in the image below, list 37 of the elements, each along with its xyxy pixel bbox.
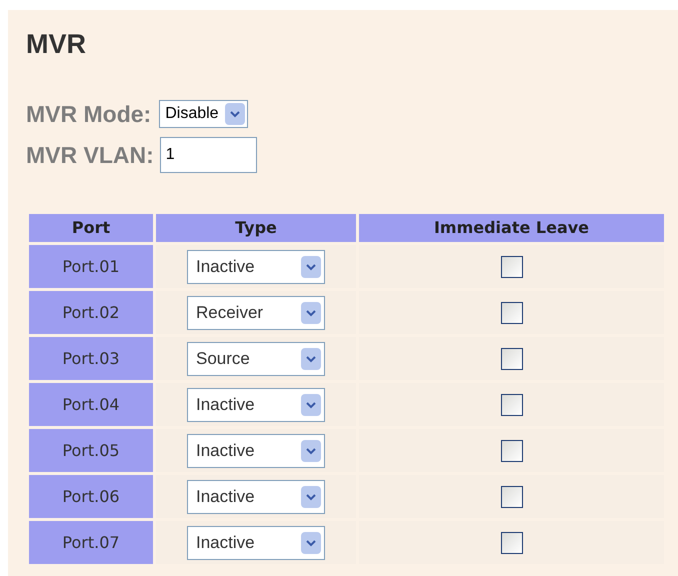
type-dropdown[interactable]: Source: [187, 342, 325, 376]
mode-label: MVR Mode:: [26, 100, 152, 128]
mode-dropdown[interactable]: Disable: [159, 100, 248, 128]
immediate-leave-checkbox[interactable]: [500, 532, 522, 554]
caret-icon: [301, 486, 321, 508]
caret-icon: [224, 102, 245, 125]
type-dropdown[interactable]: Receiver: [187, 296, 325, 330]
port-cell: Port.01: [29, 245, 153, 288]
port-cell: Port.03: [29, 337, 153, 380]
port-cell: Port.05: [29, 429, 153, 472]
type-dropdown[interactable]: Inactive: [187, 434, 325, 468]
immediate-leave-checkbox[interactable]: [500, 394, 522, 416]
type-dropdown[interactable]: Inactive: [187, 526, 325, 560]
caret-icon: [301, 440, 321, 462]
type-dropdown[interactable]: Inactive: [187, 388, 325, 422]
vlan-field[interactable]: 1: [160, 137, 257, 173]
vlan-label: MVR VLAN:: [26, 140, 154, 170]
port-cell: Port.04: [29, 383, 153, 426]
port-cell: Port.02: [29, 291, 153, 334]
type-dropdown[interactable]: Inactive: [187, 480, 325, 514]
immediate-leave-checkbox[interactable]: [500, 302, 522, 324]
page-title: MVR: [26, 28, 87, 61]
port-cell: Port.06: [29, 475, 153, 518]
immediate-leave-checkbox[interactable]: [500, 440, 522, 462]
immediate-leave-checkbox[interactable]: [500, 348, 522, 370]
immediate-leave-checkbox[interactable]: [500, 486, 522, 508]
caret-icon: [301, 348, 321, 370]
caret-icon: [301, 256, 321, 278]
column-header: Immediate Leave: [359, 214, 664, 242]
column-header: Type: [156, 214, 356, 242]
port-cell: Port.07: [29, 521, 153, 564]
immediate-leave-checkbox[interactable]: [500, 256, 522, 278]
column-header: Port: [29, 214, 153, 242]
caret-icon: [301, 394, 321, 416]
caret-icon: [301, 532, 321, 554]
type-dropdown[interactable]: Inactive: [187, 250, 325, 284]
caret-icon: [301, 302, 321, 324]
